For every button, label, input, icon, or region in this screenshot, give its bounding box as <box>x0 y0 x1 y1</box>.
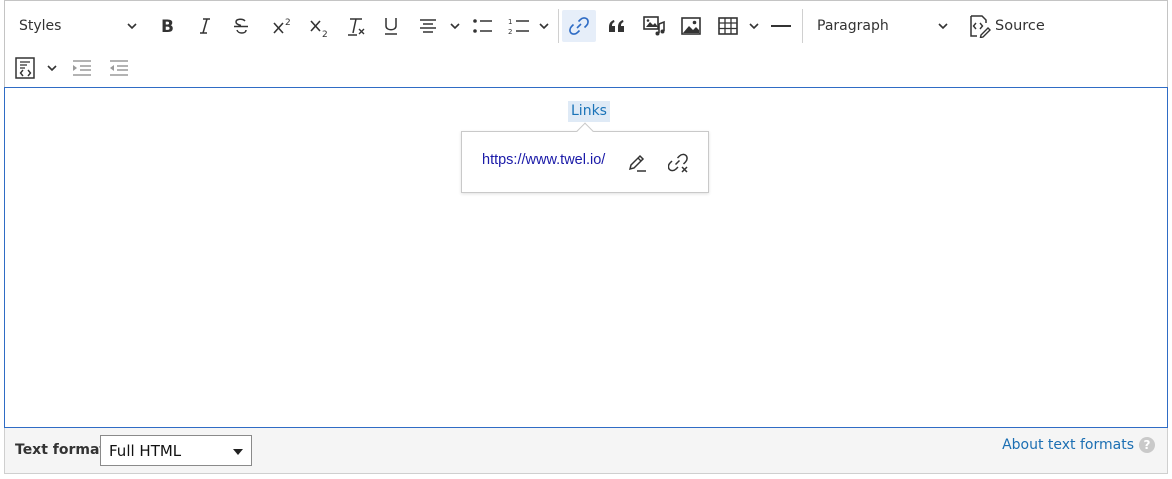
bold-icon: B <box>161 17 174 35</box>
numbered-list-icon: 12 <box>508 18 529 36</box>
remove-format-button[interactable] <box>341 11 371 41</box>
indent-icon <box>73 60 91 76</box>
table-icon <box>718 17 738 35</box>
svg-text:B: B <box>161 17 174 35</box>
select-arrow-icon <box>233 449 243 455</box>
insert-table-dropdown[interactable] <box>713 11 761 41</box>
outdent-button[interactable] <box>104 53 134 83</box>
unlink-icon <box>668 153 688 173</box>
toolbar-separator <box>802 9 803 43</box>
bold-button[interactable]: B <box>154 11 182 41</box>
text-format-selected-value: Full HTML <box>109 442 182 460</box>
insert-image-button[interactable] <box>676 11 706 41</box>
unlink-button[interactable] <box>666 150 692 176</box>
italic-button[interactable] <box>191 11 219 41</box>
styles-dropdown-label: Styles <box>19 18 62 34</box>
chevron-down-icon <box>938 23 948 30</box>
text-format-footer: Text format Full HTML About text formats… <box>4 428 1168 474</box>
source-icon <box>970 15 991 38</box>
numbered-list-dropdown[interactable]: 12 <box>505 11 553 41</box>
indent-button[interactable] <box>67 53 97 83</box>
underline-icon <box>385 18 397 35</box>
link-actions-balloon: https://www.twel.io/ <box>461 122 709 193</box>
text-format-label: Text format <box>15 442 107 458</box>
edit-link-button[interactable] <box>624 150 650 176</box>
balloon-arrow <box>576 122 594 140</box>
underline-button[interactable] <box>377 11 405 41</box>
alignment-dropdown[interactable] <box>415 11 461 41</box>
heading-dropdown-label: Paragraph <box>817 18 889 34</box>
toolbar-separator <box>558 9 559 43</box>
bulleted-list-icon <box>473 19 492 33</box>
strikethrough-button[interactable] <box>227 11 255 41</box>
horizontal-line-icon <box>771 25 791 27</box>
svg-text:1: 1 <box>508 18 512 26</box>
help-icon[interactable]: ? <box>1139 437 1155 453</box>
strikethrough-icon <box>234 18 248 34</box>
chevron-down-icon <box>539 23 549 30</box>
svg-text:2: 2 <box>508 28 512 36</box>
editor-content-area[interactable]: Links https://www.twel.io/ <box>4 87 1168 428</box>
chevron-down-icon <box>450 23 460 30</box>
styles-dropdown[interactable]: Styles <box>11 11 147 41</box>
superscript-icon: 2 <box>273 18 291 34</box>
link-button[interactable] <box>562 10 596 42</box>
svg-text:2: 2 <box>322 30 328 39</box>
subscript-icon: 2 <box>310 20 328 39</box>
pencil-icon <box>628 154 646 172</box>
svg-text:2: 2 <box>285 18 291 28</box>
source-button-label: Source <box>995 18 1045 34</box>
code-block-icon <box>15 57 35 79</box>
text-format-select[interactable]: Full HTML <box>100 435 252 466</box>
link-preview-url[interactable]: https://www.twel.io/ <box>482 152 605 168</box>
rich-text-editor: Styles B 2 2 1 2 Paragraph Source Links … <box>4 0 1168 474</box>
bulleted-list-button[interactable] <box>468 11 498 41</box>
chevron-down-icon <box>127 23 137 30</box>
editor-toolbar: Styles B 2 2 1 2 Paragraph Source <box>4 0 1168 88</box>
about-text-formats-link[interactable]: About text formats <box>1002 437 1134 453</box>
insert-media-button[interactable] <box>639 11 669 41</box>
quote-icon <box>609 20 624 32</box>
subscript-button[interactable]: 2 <box>304 13 336 43</box>
block-quote-button[interactable] <box>603 11 631 41</box>
horizontal-line-button[interactable] <box>766 11 796 41</box>
heading-dropdown[interactable]: Paragraph <box>808 11 956 41</box>
outdent-icon <box>110 60 128 76</box>
selected-link-text[interactable]: Links <box>568 101 610 122</box>
remove-format-icon <box>348 18 365 36</box>
image-icon <box>681 17 701 35</box>
italic-icon <box>200 18 210 34</box>
chevron-down-icon <box>749 23 759 30</box>
link-icon <box>569 17 589 35</box>
media-icon <box>643 16 665 36</box>
code-block-dropdown[interactable] <box>11 53 61 83</box>
superscript-button[interactable]: 2 <box>267 11 299 41</box>
chevron-down-icon <box>47 65 57 72</box>
source-button[interactable]: Source <box>963 10 1047 42</box>
align-center-icon <box>420 19 436 33</box>
